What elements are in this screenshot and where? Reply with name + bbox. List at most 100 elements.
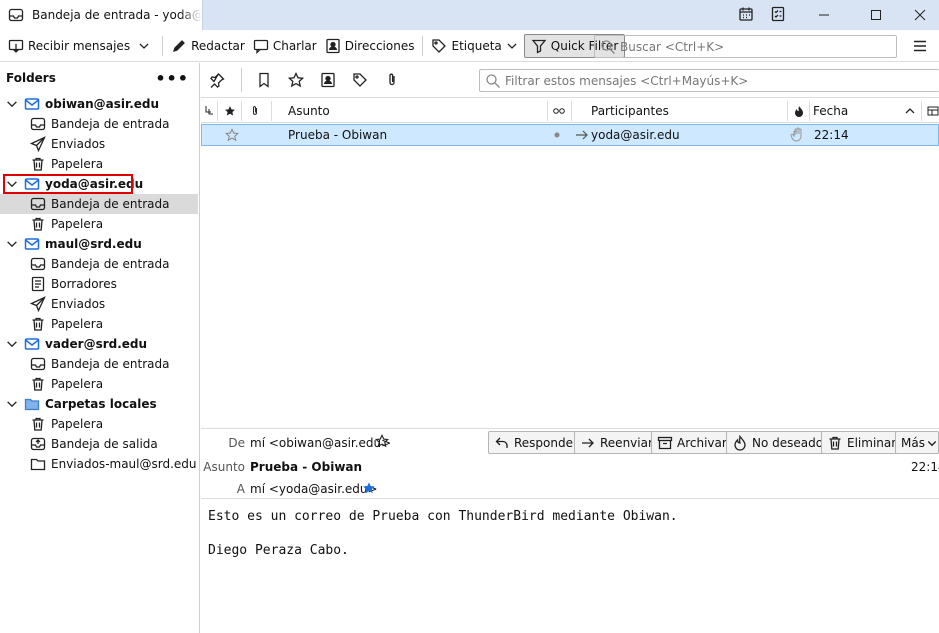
folder-item[interactable]: Bandeja de entrada — [0, 354, 198, 374]
search-icon — [485, 73, 501, 89]
outgoing-arrow-icon — [575, 125, 589, 145]
get-messages-dropdown[interactable] — [134, 34, 158, 58]
junk-button[interactable]: No deseado — [726, 431, 830, 454]
to-value[interactable]: mí <yoda@asir.edu> — [250, 482, 378, 496]
chevron-down-icon[interactable] — [5, 237, 19, 251]
inbox-icon — [30, 256, 46, 272]
calendar-icon[interactable] — [738, 6, 754, 22]
star-toggle-icon[interactable] — [225, 125, 239, 145]
tasks-icon[interactable] — [770, 6, 786, 22]
filter-icon — [531, 38, 547, 54]
junk-status-icon[interactable] — [790, 125, 804, 145]
folder-item[interactable]: Enviados — [0, 294, 198, 314]
main-toolbar: Recibir mensajes Redactar Charlar Direcc… — [0, 30, 939, 62]
message-body: Esto es un correo de Prueba con ThunderB… — [201, 500, 939, 633]
attachment-filter-icon[interactable] — [384, 72, 400, 88]
chevron-down-icon — [136, 38, 152, 54]
close-button[interactable] — [897, 0, 939, 30]
participants-column-header[interactable]: Participantes — [591, 99, 669, 123]
folder-item[interactable]: Papelera — [0, 414, 198, 434]
folder-account[interactable]: Carpetas locales — [0, 394, 198, 414]
folder-label: Bandeja de salida — [51, 437, 158, 451]
tag-icon — [431, 38, 447, 54]
thread-link-icon[interactable] — [553, 99, 565, 123]
attachment-column-icon[interactable] — [249, 99, 261, 123]
title-bar: Bandeja de entrada - yoda@asir.edu — [0, 0, 939, 30]
forward-button[interactable]: Reenviar — [574, 431, 659, 454]
folder-account[interactable]: maul@srd.edu — [0, 234, 198, 254]
sent-icon — [30, 136, 46, 152]
reply-label: Responder — [514, 435, 578, 450]
filter-messages-input[interactable]: Filtrar estos mensajes <Ctrl+Mayús+K> — [479, 69, 939, 92]
folder-label: Enviados-maul@srd.edu — [51, 457, 197, 471]
delete-button[interactable]: Eliminar — [821, 431, 903, 454]
folders-title: Folders — [6, 71, 56, 85]
unread-filter-icon[interactable] — [256, 72, 272, 88]
folder-item[interactable]: Papelera — [0, 314, 198, 334]
subject-column-header[interactable]: Asunto — [288, 99, 330, 123]
folder-item[interactable]: Bandeja de salida — [0, 434, 198, 454]
junk-column-icon[interactable] — [794, 99, 804, 123]
search-input[interactable]: Buscar <Ctrl+K> — [594, 35, 897, 58]
folder-item[interactable]: Bandeja de entrada — [0, 114, 198, 134]
menu-icon[interactable] — [912, 38, 928, 54]
chevron-down-icon[interactable] — [5, 337, 19, 351]
column-picker-icon[interactable] — [927, 99, 939, 123]
folder-item[interactable]: Bandeja de entrada — [0, 194, 198, 214]
search-icon — [600, 39, 616, 55]
add-contact-star-icon[interactable] — [374, 433, 390, 451]
minimize-button[interactable] — [801, 0, 847, 30]
folder-item[interactable]: Bandeja de entrada — [0, 254, 198, 274]
inbox-icon — [30, 116, 46, 132]
folder-label: Papelera — [51, 217, 104, 231]
compose-button[interactable]: Redactar — [167, 34, 249, 58]
folder-account[interactable]: obiwan@asir.edu — [0, 94, 198, 114]
tag-button[interactable]: Etiqueta — [427, 34, 523, 58]
more-button[interactable]: Más — [895, 431, 939, 454]
folder-item[interactable]: Borradores — [0, 274, 198, 294]
archive-button[interactable]: Archivar — [651, 431, 733, 454]
chevron-down-icon[interactable] — [5, 397, 19, 411]
body-line: Esto es un correo de Prueba con ThunderB… — [208, 509, 678, 524]
reply-button[interactable]: Responder — [488, 431, 584, 454]
folder-options-icon[interactable]: ••• — [155, 69, 189, 88]
chat-button[interactable]: Charlar — [249, 34, 321, 58]
contact-filter-icon[interactable] — [320, 72, 336, 88]
tag-filter-icon[interactable] — [352, 72, 368, 88]
get-messages-button[interactable]: Recibir mensajes — [4, 34, 134, 58]
folder-item[interactable]: Papelera — [0, 214, 198, 234]
sort-ascending-icon[interactable] — [905, 99, 915, 123]
download-icon — [8, 38, 24, 54]
folder-item[interactable]: Papelera — [0, 154, 198, 174]
folder-account[interactable]: vader@srd.edu — [0, 334, 198, 354]
highlight-box — [3, 174, 133, 194]
star-column-icon[interactable] — [224, 99, 236, 123]
address-book-button[interactable]: Direcciones — [321, 34, 419, 58]
trash-icon — [30, 216, 46, 232]
junk-icon — [732, 434, 748, 451]
contact-starred-icon[interactable] — [362, 481, 376, 498]
folder-label: Bandeja de entrada — [51, 357, 170, 371]
folder-item[interactable]: Papelera — [0, 374, 198, 394]
pin-icon[interactable] — [209, 72, 225, 88]
inbox-icon — [30, 196, 46, 212]
subject-value: Prueba - Obiwan — [250, 460, 363, 474]
folder-item[interactable]: Enviados-maul@srd.edu — [0, 454, 198, 474]
get-messages-label: Recibir mensajes — [28, 38, 131, 53]
thread-column-icon[interactable] — [204, 99, 214, 123]
forward-icon — [580, 435, 596, 451]
read-status-icon[interactable] — [554, 125, 560, 145]
chevron-down-icon[interactable] — [5, 97, 19, 111]
chevron-down-icon — [504, 38, 520, 54]
date-column-header[interactable]: Fecha — [813, 99, 848, 123]
folder-item[interactable]: Enviados — [0, 134, 198, 154]
trash-icon — [30, 316, 46, 332]
starred-filter-icon[interactable] — [288, 72, 304, 88]
maximize-button[interactable] — [853, 0, 899, 30]
to-label: A — [236, 482, 245, 496]
tab-inbox[interactable]: Bandeja de entrada - yoda@asir.edu — [0, 0, 203, 30]
from-value[interactable]: mí <obiwan@asir.edu> — [250, 436, 391, 450]
folder-label: Papelera — [51, 417, 104, 431]
table-row[interactable]: Prueba - Obiwan yoda@asir.edu 22:14 — [201, 124, 939, 146]
sent-icon — [30, 296, 46, 312]
